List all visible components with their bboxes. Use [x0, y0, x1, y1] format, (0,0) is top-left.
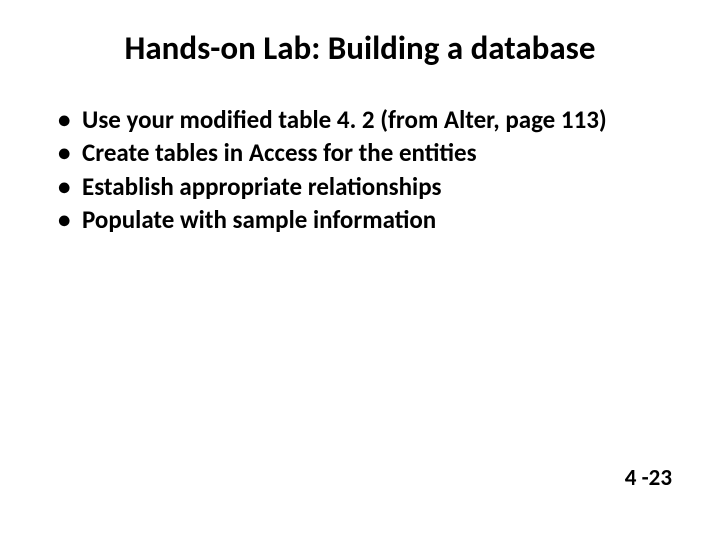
- page-number: 4 -23: [625, 464, 672, 492]
- bullet-item: Use your modified table 4. 2 (from Alter…: [50, 104, 680, 135]
- slide-container: Hands-on Lab: Building a database Use yo…: [0, 0, 720, 540]
- bullet-item: Establish appropriate relationships: [50, 171, 680, 202]
- slide-title: Hands-on Lab: Building a database: [40, 28, 680, 68]
- bullet-item: Create tables in Access for the entities: [50, 137, 680, 168]
- bullet-list: Use your modified table 4. 2 (from Alter…: [50, 104, 680, 235]
- bullet-item: Populate with sample information: [50, 204, 680, 235]
- slide-content: Use your modified table 4. 2 (from Alter…: [40, 104, 680, 235]
